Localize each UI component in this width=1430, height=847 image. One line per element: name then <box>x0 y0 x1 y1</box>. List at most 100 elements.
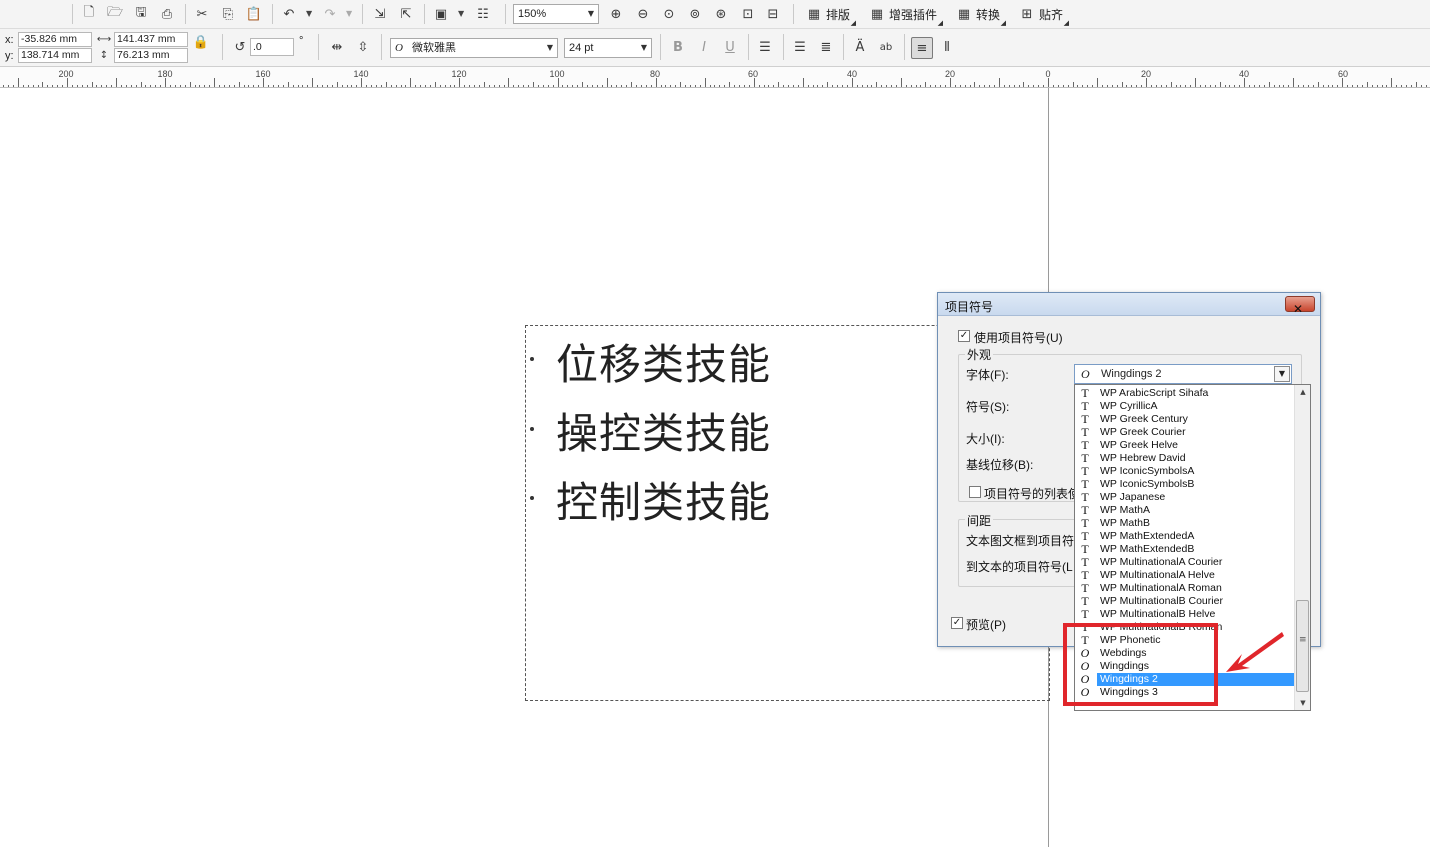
object-height-field[interactable]: 76.213 mm <box>114 48 188 63</box>
ruler-tick <box>175 85 176 87</box>
new-document-icon[interactable]: 🗋 <box>80 5 98 23</box>
font-list-item[interactable]: T WP MultinationalA Roman <box>1075 582 1295 595</box>
font-family-select[interactable]: O 微软雅黑 ▼ <box>390 38 558 58</box>
save-icon[interactable]: 🖫 <box>132 5 150 23</box>
ruler-tick <box>837 85 838 87</box>
font-list-item[interactable]: T WP MathExtendedA <box>1075 530 1295 543</box>
ruler-tick <box>822 85 823 87</box>
font-list-item[interactable]: T WP MathB <box>1075 517 1295 530</box>
zoom-out-icon[interactable]: ⊖ <box>634 5 652 23</box>
font-list-item[interactable]: T WP IconicSymbolsA <box>1075 465 1295 478</box>
horizontal-text-icon[interactable]: ≡ <box>911 37 933 59</box>
publish-dropdown-icon[interactable]: ▼ <box>458 9 464 18</box>
mirror-horizontal-icon[interactable]: ⇹ <box>328 38 346 56</box>
text-line[interactable]: 操控类技能 <box>556 400 771 461</box>
font-list-item[interactable]: T WP Japanese <box>1075 491 1295 504</box>
publish-icon[interactable]: ▣ <box>432 5 450 23</box>
dialog-title-bar[interactable]: 项目符号 ✕ <box>938 293 1320 316</box>
font-list-item[interactable]: T WP MathA <box>1075 504 1295 517</box>
bold-icon[interactable]: B <box>669 38 687 56</box>
ruler-tick <box>347 85 348 87</box>
menu-layout-button[interactable]: ▦ 排版 ◢ <box>805 5 856 28</box>
ruler-tick <box>190 82 191 87</box>
zoom-page-icon[interactable]: ⊛ <box>712 5 730 23</box>
font-list-item[interactable]: T WP MultinationalB Helve <box>1075 608 1295 621</box>
ruler-tick <box>1112 85 1113 87</box>
corner-caret-icon: ◢ <box>937 20 944 27</box>
ruler-tick <box>558 78 559 87</box>
print-icon[interactable]: ⎙ <box>158 5 176 23</box>
edit-text-icon[interactable]: ab <box>877 38 895 56</box>
zoom-in-icon[interactable]: ⊕ <box>607 5 625 23</box>
ruler-tick <box>636 85 637 87</box>
copy-icon[interactable]: ⎘ <box>219 5 237 23</box>
text-line[interactable]: 控制类技能 <box>556 469 771 530</box>
font-list-item[interactable]: T WP IconicSymbolsB <box>1075 478 1295 491</box>
font-list-item[interactable]: T WP Hebrew David <box>1075 452 1295 465</box>
open-folder-icon[interactable]: 🗁 <box>106 5 124 23</box>
font-list-item[interactable]: T WP MultinationalA Helve <box>1075 569 1295 582</box>
font-list-item[interactable]: T WP Greek Century <box>1075 413 1295 426</box>
zoom-height-icon[interactable]: ⊟ <box>764 5 782 23</box>
preview-checkbox[interactable]: ✓ <box>951 617 963 629</box>
drop-cap-icon[interactable]: ≣ <box>817 38 835 56</box>
rotation-angle-field[interactable]: .0 <box>250 38 294 56</box>
font-list-item[interactable]: T WP MultinationalB Courier <box>1075 595 1295 608</box>
zoom-width-icon[interactable]: ⊡ <box>739 5 757 23</box>
paste-icon[interactable]: 📋 <box>245 5 263 23</box>
italic-icon[interactable]: I <box>695 38 713 56</box>
x-position-field[interactable]: -35.826 mm <box>18 32 92 47</box>
close-button[interactable]: ✕ <box>1285 296 1315 316</box>
object-width-field[interactable]: 141.437 mm <box>114 32 188 47</box>
font-list-item[interactable]: T WP MultinationalA Courier <box>1075 556 1295 569</box>
y-position-field[interactable]: 138.714 mm <box>18 48 92 63</box>
mirror-vertical-icon[interactable]: ⇳ <box>354 38 372 56</box>
font-list-item[interactable]: T WP CyrillicA <box>1075 400 1295 413</box>
ruler-tick <box>1401 85 1402 87</box>
vertical-text-icon[interactable]: ⦀ <box>938 38 956 56</box>
bullet-list-icon[interactable]: ☰ <box>791 38 809 56</box>
redo-dropdown-icon[interactable]: ▼ <box>346 9 352 18</box>
scroll-down-arrow-icon[interactable]: ▼ <box>1295 696 1310 710</box>
ruler-tick <box>1342 78 1343 87</box>
toolbar-separator <box>783 34 784 60</box>
bullet-list-checkbox[interactable] <box>969 486 981 498</box>
export-icon[interactable]: ⇱ <box>397 5 415 23</box>
character-formatting-icon[interactable]: Ä <box>851 38 869 56</box>
import-icon[interactable]: ⇲ <box>371 5 389 23</box>
undo-dropdown-icon[interactable]: ▼ <box>306 9 312 18</box>
ruler-tick <box>508 78 509 87</box>
application-launcher-icon[interactable]: ☷ <box>474 5 492 23</box>
text-alignment-icon[interactable]: ☰ <box>756 38 774 56</box>
ruler-tick <box>1058 85 1059 87</box>
bullet-font-select[interactable]: O Wingdings 2 ▼ <box>1074 364 1292 384</box>
redo-icon[interactable]: ↷ <box>321 5 339 23</box>
lock-ratio-icon[interactable]: 🔒 <box>192 33 210 51</box>
menu-snap-button[interactable]: ⊞ 贴齐 ◢ <box>1018 5 1069 28</box>
underline-icon[interactable]: U <box>721 38 739 56</box>
use-bullets-checkbox[interactable]: ✓ <box>958 330 970 342</box>
font-list-item-name: WP MultinationalA Helve <box>1100 569 1215 581</box>
scrollbar-thumb[interactable] <box>1296 600 1309 692</box>
zoom-all-icon[interactable]: ⊚ <box>686 5 704 23</box>
ruler-tick <box>651 85 652 87</box>
font-size-select[interactable]: 24 pt ▼ <box>564 38 652 58</box>
menu-convert-button[interactable]: ▦ 转换 ◢ <box>955 5 1006 28</box>
font-list-item[interactable]: T WP MathExtendedB <box>1075 543 1295 556</box>
menu-plugin-button[interactable]: ▦ 增强插件 ◢ <box>868 5 943 28</box>
ruler-tick <box>842 85 843 87</box>
zoom-level-select[interactable]: 150% ▼ <box>513 4 599 24</box>
zoom-level-value: 150% <box>518 8 547 20</box>
text-line[interactable]: 位移类技能 <box>556 331 771 392</box>
font-list-scrollbar[interactable]: ▲ ▼ <box>1294 385 1310 710</box>
scroll-up-arrow-icon[interactable]: ▲ <box>1295 385 1310 399</box>
font-list-item[interactable]: T WP Greek Courier <box>1075 426 1295 439</box>
chevron-down-icon[interactable]: ▼ <box>1274 366 1290 382</box>
ruler-tick <box>793 85 794 87</box>
zoom-selected-icon[interactable]: ⊙ <box>660 5 678 23</box>
font-list-item[interactable]: T WP Greek Helve <box>1075 439 1295 452</box>
font-list-item[interactable]: T WP ArabicScript Sihafa <box>1075 387 1295 400</box>
undo-icon[interactable]: ↶ <box>280 5 298 23</box>
cut-icon[interactable]: ✂ <box>193 5 211 23</box>
ruler-tick <box>920 85 921 87</box>
